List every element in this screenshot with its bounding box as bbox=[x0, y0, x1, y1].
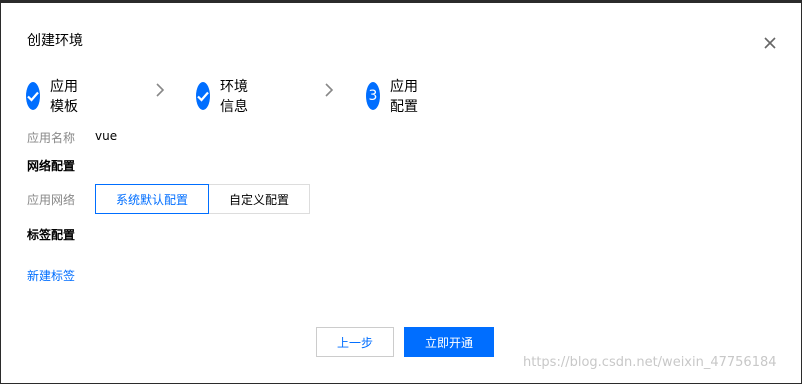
step-number: 3 bbox=[366, 82, 380, 110]
close-icon[interactable] bbox=[761, 34, 779, 52]
step-environment-info: 环境信息 bbox=[196, 76, 248, 116]
step-label: 环境信息 bbox=[220, 79, 248, 115]
dialog-title: 创建环境 bbox=[27, 33, 83, 49]
custom-config-option[interactable]: 自定义配置 bbox=[209, 184, 310, 214]
submit-button[interactable]: 立即开通 bbox=[404, 327, 494, 357]
check-icon bbox=[196, 82, 210, 110]
step-label: 应用模板 bbox=[50, 79, 78, 115]
check-icon bbox=[26, 82, 40, 110]
prev-step-button[interactable]: 上一步 bbox=[316, 327, 394, 357]
chevron-right-icon bbox=[156, 83, 165, 97]
default-config-option[interactable]: 系统默认配置 bbox=[95, 184, 209, 214]
step-label: 应用配置 bbox=[390, 79, 418, 115]
create-environment-dialog: 创建环境 应用模板 环境信息 3 应用配置 应用名称 vue 网络配置 应用网络… bbox=[1, 3, 801, 383]
network-section-title: 网络配置 bbox=[27, 159, 76, 173]
app-name-label: 应用名称 bbox=[27, 131, 76, 145]
chevron-right-icon bbox=[325, 83, 334, 97]
new-tag-link[interactable]: 新建标签 bbox=[27, 267, 75, 284]
step-app-template: 应用模板 bbox=[26, 76, 78, 116]
network-segmented-control: 系统默认配置 自定义配置 bbox=[95, 184, 310, 214]
step-app-config: 3 应用配置 bbox=[366, 76, 418, 116]
app-network-label: 应用网络 bbox=[27, 193, 76, 207]
app-name-value: vue bbox=[95, 129, 118, 143]
watermark: https://blog.csdn.net/weixin_47756184 bbox=[523, 355, 777, 370]
tag-section-title: 标签配置 bbox=[27, 228, 76, 242]
